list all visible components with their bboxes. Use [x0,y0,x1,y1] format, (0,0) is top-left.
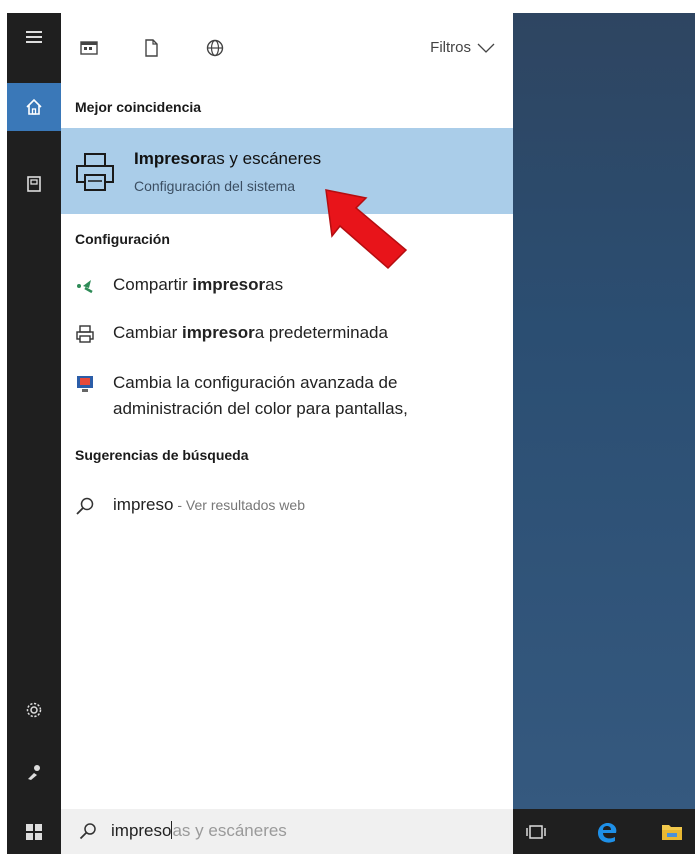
monitor-color-icon [77,376,93,392]
search-input[interactable]: impresoas y escáneres [111,821,287,841]
taskbar: impresoas y escáneres [7,809,695,854]
settings-gear-icon[interactable] [7,686,61,734]
hamburger-menu-icon[interactable] [7,13,61,61]
edge-browser-icon[interactable] [594,819,620,845]
suggestions-header: Sugerencias de búsqueda [75,447,249,463]
settings-header: Configuración [75,231,170,247]
red-pointer-arrow [325,189,408,270]
best-match-subtitle: Configuración del sistema [134,178,296,194]
filters-dropdown[interactable]: Filtros [430,39,495,56]
document-icon[interactable] [139,36,163,60]
search-results-panel: Filtros Mejor coincidencia Impresoras y … [61,13,513,809]
best-match-title: Impresoras y escáneres [134,149,322,168]
search-icon [76,497,94,515]
start-rail [7,13,61,854]
share-printer-icon [77,280,93,294]
search-autocomplete: as y escáneres [172,821,287,840]
desktop-background [513,13,695,809]
task-view-icon[interactable] [523,819,549,845]
windows-start-icon[interactable] [7,809,61,854]
printer-icon [76,153,114,191]
web-globe-icon[interactable] [203,36,227,60]
printer-small-icon [76,325,94,343]
home-icon[interactable] [7,83,61,131]
best-match-item[interactable]: Impresoras y escáneres Configuración del… [61,128,513,214]
best-match-header: Mejor coincidencia [75,99,202,115]
start-search-window: Filtros Mejor coincidencia Impresoras y … [0,0,695,854]
feedback-icon[interactable] [7,748,61,796]
filter-bar: Filtros [61,13,513,83]
apps-icon[interactable] [77,36,101,60]
result-color-management[interactable]: Cambia la configuración avanzada de admi… [75,370,505,426]
filters-label: Filtros [430,39,471,56]
taskbar-search-box[interactable]: impresoas y escáneres [61,809,513,854]
file-explorer-icon[interactable] [659,819,685,845]
notebook-icon[interactable] [7,160,61,208]
search-icon [79,823,96,840]
chevron-down-icon [477,43,495,53]
desktop-top-strip [61,0,695,13]
